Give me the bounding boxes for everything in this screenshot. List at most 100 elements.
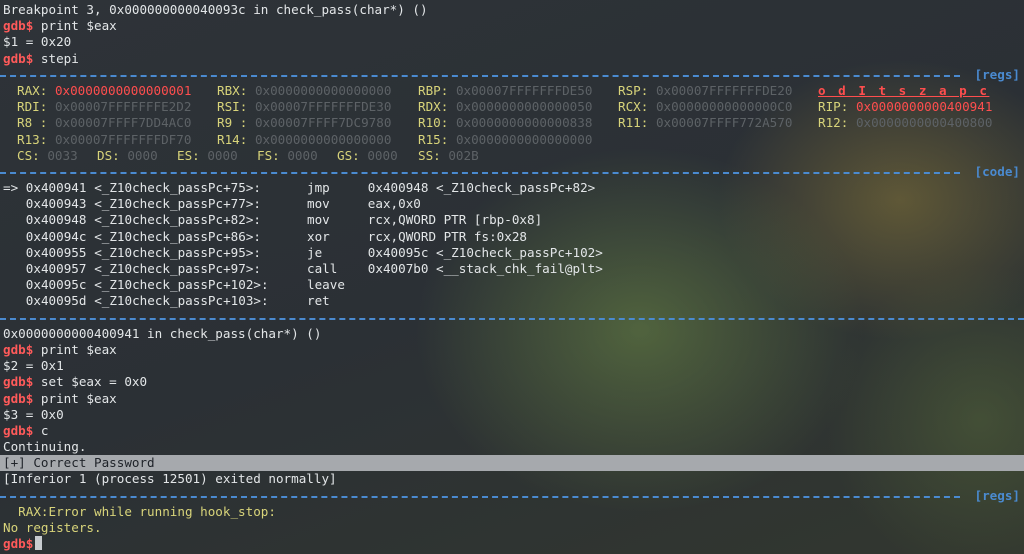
register-name: RAX:: [17, 82, 48, 98]
register-value: 0x00007FFFFFFFDE20: [655, 82, 793, 98]
register-rbp: RBP: 0x00007FFFFFFFDE50: [418, 83, 618, 99]
disassembly-line: 0x40094c <_Z10check_passPc+86>: xor rcx,QWO…: [3, 229, 1024, 245]
instruction-operands: 0x400948 <_Z10check_passPc+82>: [367, 180, 596, 196]
register-value: 0x00007FFFFFFFDE30: [254, 99, 392, 115]
gdb-prompt: gdb$: [3, 390, 34, 406]
code-tag: [code]: [974, 163, 1021, 179]
register-name: RBP:: [418, 82, 449, 98]
separator-dashes: [0, 74, 960, 77]
register-value: 0x0000000000000838: [455, 115, 593, 131]
command-line: gdb$ print $eax: [3, 391, 1024, 407]
register-name: R10:: [418, 115, 449, 131]
register-value: 0000: [287, 147, 318, 163]
separator-dashes: [0, 495, 960, 498]
instruction-operands: rcx,QWORD PTR [rbp-0x8]: [367, 212, 543, 228]
register-value: 0000: [207, 147, 238, 163]
input-line[interactable]: gdb$: [3, 536, 1024, 552]
disassembly-line: 0x400943 <_Z10check_passPc+77>: mov eax,0x0: [3, 196, 1024, 212]
regs-tag: [regs]: [974, 487, 1021, 503]
disassembly-line: 0x400948 <_Z10check_passPc+82>: mov rcx,QWO…: [3, 212, 1024, 228]
gdb-prompt: gdb$: [3, 536, 34, 552]
register-value: 0033: [47, 147, 78, 163]
disassembly-panel: => 0x400941 <_Z10check_passPc+75>: jmp 0x400…: [3, 180, 1024, 310]
output-line: 0x0000000000400941 in check_pass(char*) …: [3, 325, 322, 341]
gdb-prompt: gdb$: [3, 18, 34, 34]
regs-tag: [regs]: [974, 66, 1021, 82]
exit-message: [Inferior 1 (process 12501) exited norma…: [3, 471, 337, 487]
instruction-symbol: <_Z10check_passPc+82>:: [94, 212, 261, 228]
command-line: gdb$ c: [3, 423, 1024, 439]
instruction-address: 0x40095c: [25, 277, 87, 293]
register-rdx: RDX: 0x0000000000000050: [418, 99, 618, 115]
instruction-mnemonic: mov: [306, 196, 330, 212]
instruction-mnemonic: mov: [306, 212, 330, 228]
register-value: 0x00007FFFFFFFDF70: [54, 131, 192, 147]
register-value: 002B: [448, 147, 479, 163]
register-name: CS:: [17, 147, 40, 163]
register-rsp: RSP: 0x00007FFFFFFFDE20: [618, 83, 818, 99]
instruction-symbol: <_Z10check_passPc+95>:: [94, 244, 261, 260]
register-name: GS:: [337, 147, 360, 163]
disassembly-line: => 0x400941 <_Z10check_passPc+75>: jmp 0x400…: [3, 180, 1024, 196]
instruction-address: 0x40094c: [25, 228, 87, 244]
segment-ds: DS: 0000: [97, 148, 177, 164]
register-name: DS:: [97, 147, 120, 163]
terminal-window[interactable]: Breakpoint 3, 0x000000000040093c in chec…: [0, 0, 1024, 554]
command-text: print $eax: [33, 18, 117, 34]
register-name: RCX:: [618, 99, 649, 115]
register-r9: R9 : 0x00007FFFF7DC9780: [217, 115, 418, 131]
success-message: [+] Correct Password: [0, 455, 1024, 472]
register-name: RDX:: [418, 99, 449, 115]
register-name: R8 :: [17, 115, 48, 131]
instruction-operands: eax,0x0: [367, 196, 421, 212]
register-r14: R14: 0x0000000000000000: [217, 132, 418, 148]
instruction-mnemonic: je: [306, 244, 323, 260]
register-rcx: RCX: 0x00000000000000C0: [618, 99, 818, 115]
register-name: RDI:: [17, 99, 48, 115]
instruction-symbol: <_Z10check_passPc+103>:: [94, 293, 269, 309]
separator-dashes: [0, 317, 1024, 320]
instruction-operands: 0x4007b0 <__stack_chk_fail@plt>: [367, 261, 603, 276]
instruction-operands: 0x40095c <_Z10check_passPc+102>: [367, 244, 603, 260]
command-text: stepi: [33, 50, 79, 66]
register-name: RIP:: [818, 99, 849, 115]
hook-error-line: RAX:Error while running hook_stop:: [3, 503, 276, 519]
eflags-display: o d I t s z a p c: [818, 82, 990, 98]
disassembly-line: 0x40095c <_Z10check_passPc+102>: leave: [3, 277, 1024, 293]
segment-ss: SS: 002B: [418, 148, 479, 164]
instruction-symbol: <_Z10check_passPc+77>:: [94, 196, 261, 212]
code-separator: [code]: [0, 164, 1024, 180]
register-value: 0x00007FFFFFFFDE50: [455, 82, 593, 98]
segment-gs: GS: 0000: [337, 148, 418, 164]
instruction-mnemonic: jmp: [306, 180, 330, 196]
segment-es: ES: 0000: [177, 148, 257, 164]
register-r13: R13: 0x00007FFFFFFFDF70: [17, 132, 217, 148]
instruction-symbol: <_Z10check_passPc+75>:: [94, 180, 261, 196]
register-name: RSI:: [217, 99, 248, 115]
segment-cs: CS: 0033: [17, 148, 97, 164]
register-row: R13: 0x00007FFFFFFFDF70 R14: 0x000000000…: [3, 132, 1024, 148]
register-rbx: RBX: 0x0000000000000000: [217, 83, 418, 99]
command-output: 0x0000000000400941 in check_pass(char*) …: [0, 325, 1024, 488]
register-value: 0000: [367, 147, 398, 163]
instruction-address: 0x40095d: [25, 293, 87, 309]
register-r10: R10: 0x0000000000000838: [418, 115, 618, 131]
terminal-content: Breakpoint 3, 0x000000000040093c in chec…: [0, 0, 1024, 552]
register-row: RDI: 0x00007FFFFFFFE2D2 RSI: 0x00007FFFF…: [3, 99, 1024, 115]
command-line: gdb$ stepi: [3, 51, 1024, 67]
register-name: RBX:: [217, 82, 248, 98]
instruction-symbol: <_Z10check_passPc+97>:: [94, 261, 261, 276]
register-r11: R11: 0x00007FFFF772A570: [618, 115, 818, 131]
register-name: R13:: [17, 131, 48, 147]
command-line: gdb$ set $eax = 0x0: [3, 374, 1024, 390]
register-value: 0x0000000000000050: [455, 99, 593, 115]
instruction-marker: =>: [3, 180, 19, 196]
disassembly-line: 0x40095d <_Z10check_passPc+103>: ret: [3, 293, 1024, 309]
register-name: R9 :: [217, 115, 248, 131]
register-name: FS:: [257, 147, 280, 163]
register-value: 0x00007FFFFFFFE2D2: [54, 99, 192, 115]
regs-separator: [regs]: [0, 67, 1024, 83]
disassembly-line: 0x400957 <_Z10check_passPc+97>: call 0x4007…: [3, 261, 1024, 277]
output-line: Breakpoint 3, 0x000000000040093c in chec…: [3, 2, 428, 17]
instruction-address: 0x400957: [25, 261, 87, 276]
